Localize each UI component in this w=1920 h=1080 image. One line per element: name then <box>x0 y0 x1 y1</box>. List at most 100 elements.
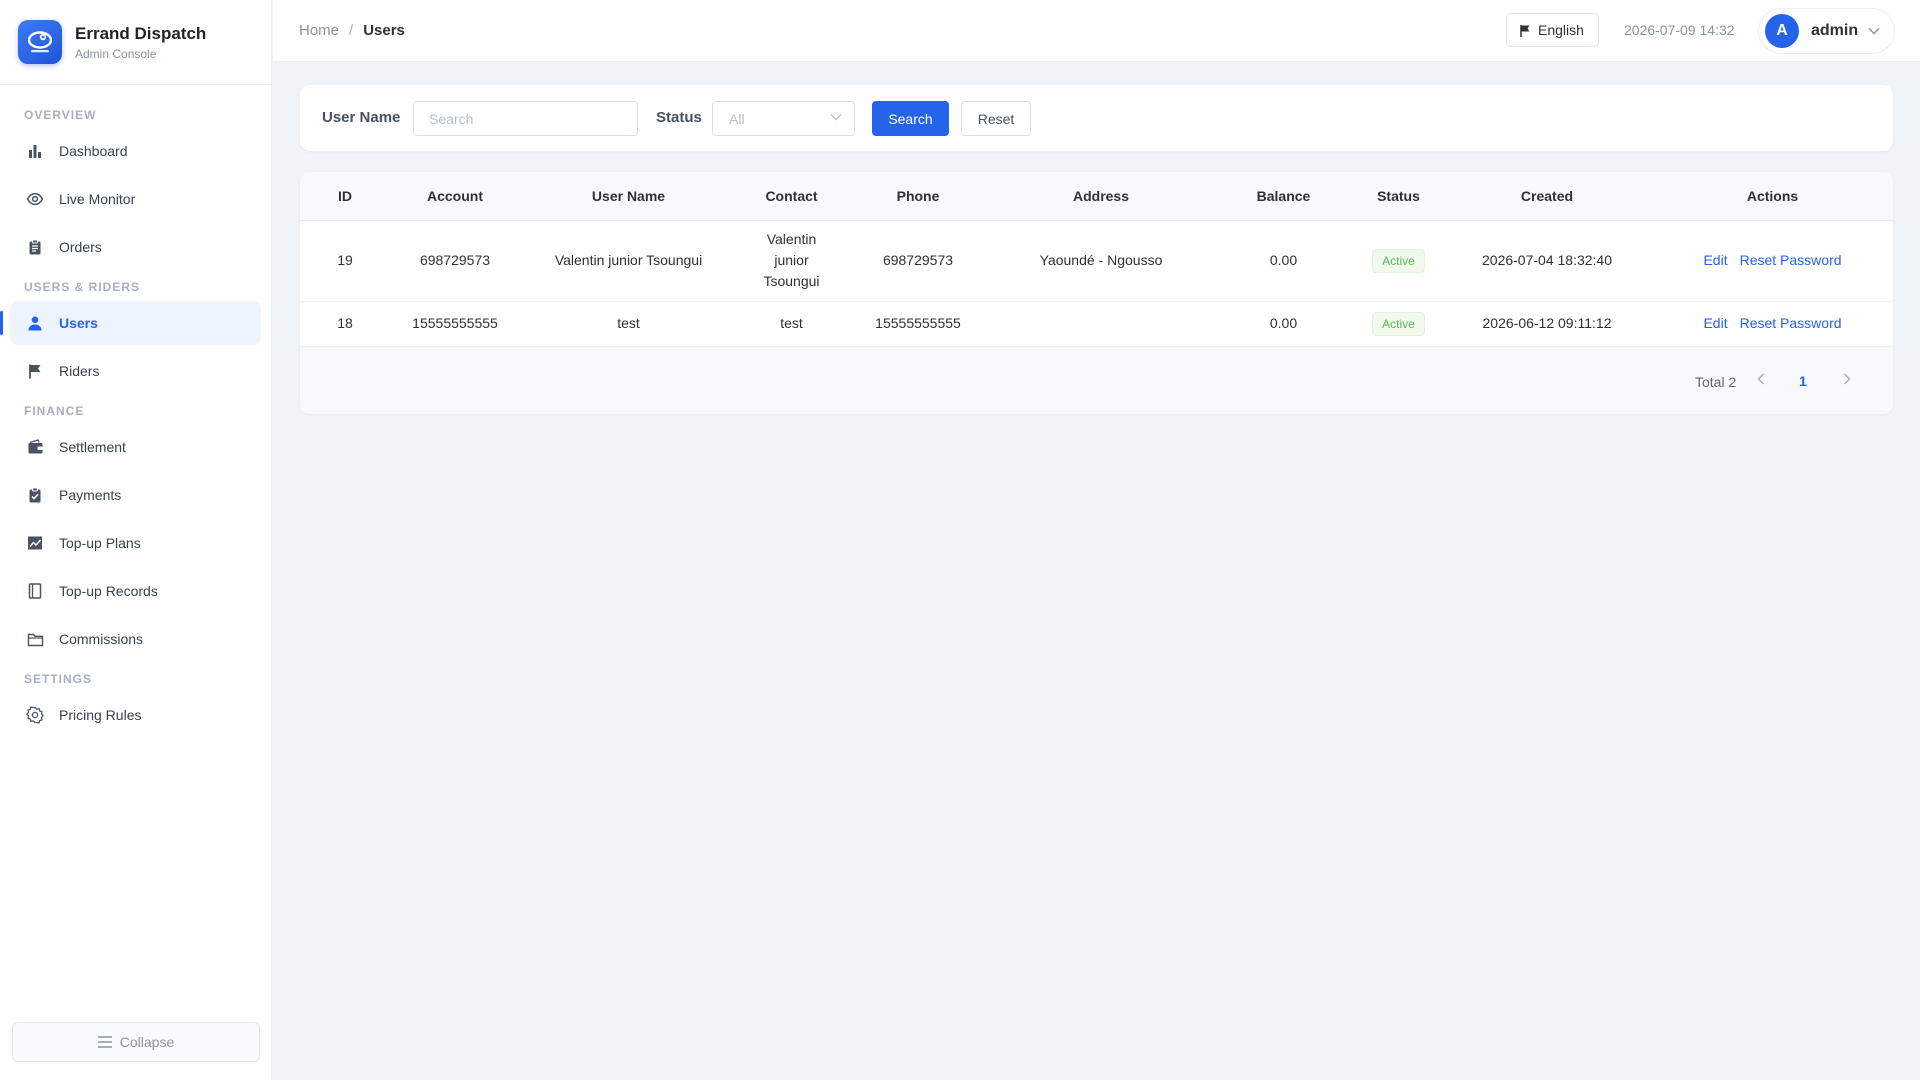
reset-password-link[interactable]: Reset Password <box>1740 315 1842 331</box>
edit-link[interactable]: Edit <box>1703 315 1727 331</box>
pagination-total: Total 2 <box>1695 374 1737 390</box>
status-filter-label: Status <box>656 109 702 126</box>
table-row: 18 15555555555 test test 15555555555 0.0… <box>300 301 1893 347</box>
cell-id: 18 <box>300 301 390 347</box>
sidebar-item-topup-plans[interactable]: Top-up Plans <box>10 521 261 565</box>
header-datetime: 2026-07-09 14:32 <box>1624 22 1735 38</box>
reset-password-link[interactable]: Reset Password <box>1740 252 1842 268</box>
sidebar-item-payments[interactable]: Payments <box>10 473 261 517</box>
column-header-contact: Contact <box>737 172 846 221</box>
top-header: Home / Users English 2026-07-09 14:32 A ad… <box>273 0 1920 62</box>
sidebar-item-topup-records[interactable]: Top-up Records <box>10 569 261 613</box>
cell-address: Yaoundé - Ngousso <box>990 220 1212 302</box>
status-select[interactable]: All <box>712 101 855 136</box>
pagination: Total 2 1 <box>300 347 1893 414</box>
cell-status: Active <box>1355 220 1442 302</box>
cell-account: 698729573 <box>390 220 520 302</box>
cell-created: 2026-06-12 09:11:12 <box>1442 301 1652 347</box>
sidebar-item-label: Users <box>59 315 98 331</box>
pagination-current-page[interactable]: 1 <box>1799 373 1807 389</box>
flag-icon <box>26 362 44 380</box>
user-name: admin <box>1811 22 1859 39</box>
sidebar-item-label: Top-up Plans <box>59 535 141 551</box>
sidebar-item-pricing-rules[interactable]: Pricing Rules <box>10 693 261 737</box>
sidebar-item-users[interactable]: Users <box>0 301 261 345</box>
table-header-row: ID Account User Name Contact Phone Addre… <box>300 172 1893 221</box>
column-header-balance: Balance <box>1212 172 1355 221</box>
status-badge: Active <box>1372 311 1425 336</box>
column-header-user-name: User Name <box>520 172 737 221</box>
column-header-actions: Actions <box>1652 172 1893 221</box>
wallet-icon <box>26 438 44 456</box>
menu-icon <box>97 1036 112 1048</box>
sidebar-item-label: Payments <box>59 487 122 503</box>
chevron-left-icon[interactable] <box>1757 373 1765 385</box>
breadcrumb-home[interactable]: Home <box>299 22 339 39</box>
sidebar-item-label: Pricing Rules <box>59 707 142 723</box>
sidebar-item-label: Dashboard <box>59 143 128 159</box>
column-header-phone: Phone <box>846 172 990 221</box>
filter-bar: User Name Status All Search Reset <box>300 85 1893 151</box>
column-header-account: Account <box>390 172 520 221</box>
users-table: ID Account User Name Contact Phone Addre… <box>300 172 1893 347</box>
trend-chart-icon <box>26 534 44 552</box>
clipboard-icon <box>26 238 44 256</box>
column-header-status: Status <box>1355 172 1442 221</box>
notebook-icon <box>26 582 44 600</box>
collapse-label: Collapse <box>119 1034 175 1050</box>
avatar: A <box>1765 14 1799 48</box>
app-logo-icon <box>18 20 62 64</box>
app-title: Errand Dispatch <box>75 23 207 43</box>
nav-group-overview: OVERVIEW <box>24 108 97 122</box>
cell-actions: Edit Reset Password <box>1652 220 1893 302</box>
cell-address <box>990 301 1212 347</box>
sidebar-item-commissions[interactable]: Commissions <box>10 617 261 661</box>
nav-group-finance: FINANCE <box>24 404 85 418</box>
breadcrumb-separator: / <box>349 22 354 39</box>
search-button[interactable]: Search <box>872 101 949 136</box>
cell-id: 19 <box>300 220 390 302</box>
sidebar-item-label: Commissions <box>59 631 144 647</box>
breadcrumb-current: Users <box>363 22 405 39</box>
sidebar-item-live-monitor[interactable]: Live Monitor <box>10 177 261 221</box>
sidebar-item-settlement[interactable]: Settlement <box>10 425 261 469</box>
table-row: 19 698729573 Valentin junior Tsoungui Va… <box>300 220 1893 302</box>
nav-group-settings: SETTINGS <box>24 672 93 686</box>
sidebar-item-label: Top-up Records <box>59 583 158 599</box>
reset-button[interactable]: Reset <box>961 101 1031 136</box>
status-badge: Active <box>1372 248 1425 273</box>
collapse-button[interactable]: Collapse <box>12 1022 260 1062</box>
nav-group-users-riders: USERS & RIDERS <box>24 280 141 294</box>
edit-link[interactable]: Edit <box>1703 252 1727 268</box>
sidebar-item-dashboard[interactable]: Dashboard <box>10 129 261 173</box>
clipboard-check-icon <box>26 486 44 504</box>
cell-balance: 0.00 <box>1212 301 1355 347</box>
sidebar-item-orders[interactable]: Orders <box>10 225 261 269</box>
sidebar-item-label: Settlement <box>59 439 126 455</box>
cell-created: 2026-07-04 18:32:40 <box>1442 220 1652 302</box>
cell-account: 15555555555 <box>390 301 520 347</box>
breadcrumb: Home / Users <box>299 22 405 39</box>
cell-phone: 15555555555 <box>846 301 990 347</box>
eye-icon <box>26 190 44 208</box>
sidebar-nav: OVERVIEW Dashboard Live Monitor Orders U… <box>0 85 271 737</box>
cell-contact: Valentin junior Tsoungui <box>737 220 846 302</box>
cell-actions: Edit Reset Password <box>1652 301 1893 347</box>
cell-contact: test <box>737 301 846 347</box>
username-search-input[interactable] <box>413 101 638 136</box>
sidebar-item-label: Live Monitor <box>59 191 136 207</box>
chevron-down-icon <box>1868 27 1880 35</box>
app-subtitle: Admin Console <box>75 46 157 61</box>
user-icon <box>26 314 44 332</box>
folder-icon <box>26 630 44 648</box>
chevron-right-icon[interactable] <box>1843 373 1851 385</box>
column-header-id: ID <box>300 172 390 221</box>
cell-balance: 0.00 <box>1212 220 1355 302</box>
column-header-created: Created <box>1442 172 1652 221</box>
language-button[interactable]: English <box>1506 13 1599 47</box>
gear-icon <box>26 706 44 724</box>
user-menu[interactable]: A admin <box>1758 8 1895 54</box>
sidebar-item-label: Riders <box>59 363 100 379</box>
sidebar-item-riders[interactable]: Riders <box>10 349 261 393</box>
sidebar-item-label: Orders <box>59 239 102 255</box>
